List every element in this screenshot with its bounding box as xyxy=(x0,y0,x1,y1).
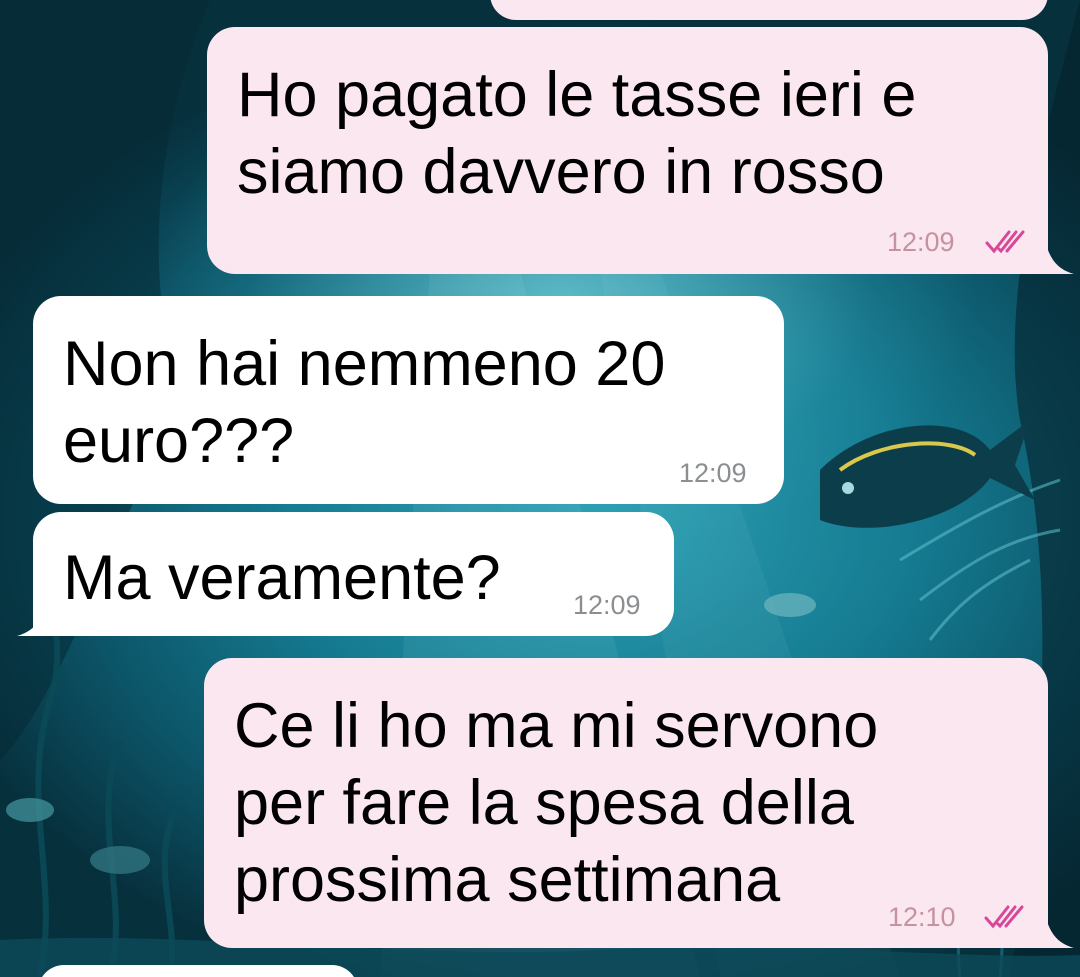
message-timestamp: 12:09 xyxy=(679,458,747,488)
fish-illustration xyxy=(820,420,1035,528)
message-text: Ho pagato le tasse ieri e siamo davvero … xyxy=(237,60,917,207)
read-double-check-icon xyxy=(984,905,1024,929)
message-bubble-incoming[interactable]: Ma veramente? 12:09 xyxy=(17,512,674,636)
message-text: Ma veramente? xyxy=(63,543,501,613)
message-text: Ce li ho ma mi servono per fare la spesa… xyxy=(234,691,879,915)
bubble-tail xyxy=(1046,244,1074,274)
message-text: Non hai nemmeno 20 euro??? xyxy=(63,329,666,476)
read-double-check-icon xyxy=(985,230,1025,254)
message-timestamp: 12:10 xyxy=(888,902,956,932)
message-bubble-incoming[interactable]: Non hai nemmeno 20 euro??? 12:09 xyxy=(33,296,784,504)
message-timestamp: 12:09 xyxy=(887,227,955,257)
bubble-tail xyxy=(1046,918,1074,948)
message-bubble-outgoing[interactable]: Ho pagato le tasse ieri e siamo davvero … xyxy=(207,27,1074,274)
message-timestamp: 12:09 xyxy=(573,590,641,620)
partial-message-bubble-bottom xyxy=(38,965,358,977)
bubble-tail xyxy=(17,606,45,636)
partial-message-bubble-top xyxy=(490,0,1048,20)
message-bubble-outgoing[interactable]: Ce li ho ma mi servono per fare la spesa… xyxy=(204,658,1074,948)
